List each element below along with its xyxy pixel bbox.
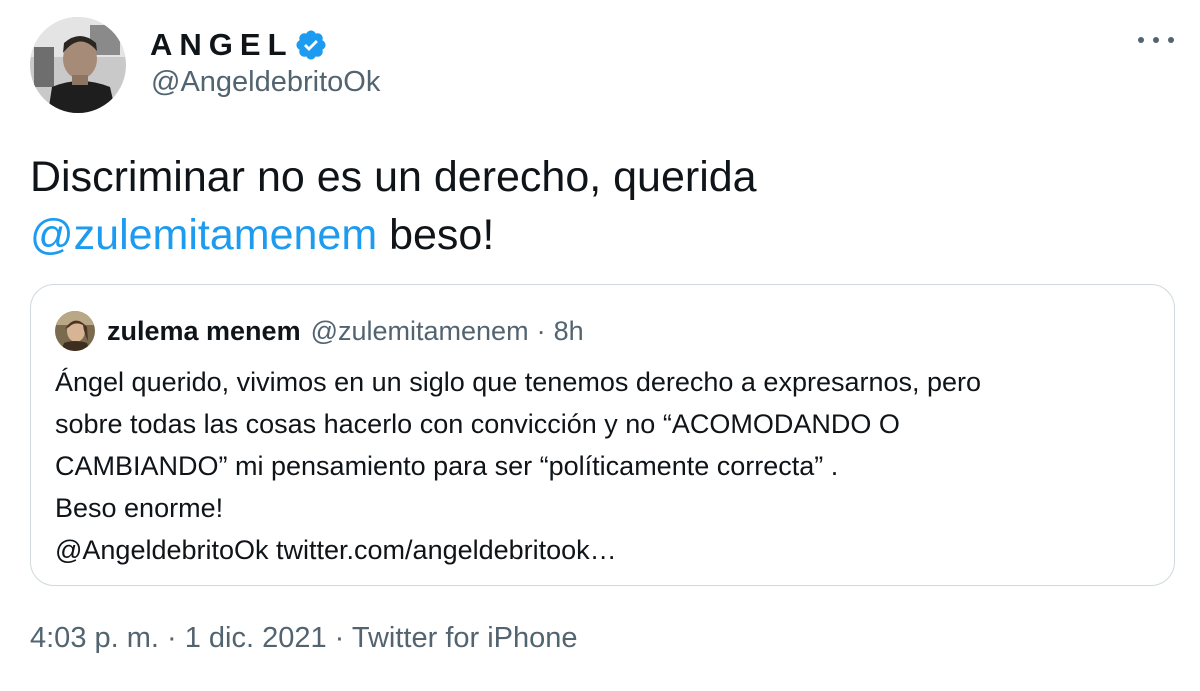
more-dot-icon bbox=[1168, 37, 1174, 43]
author-name-row[interactable]: ANGEL bbox=[150, 24, 328, 66]
tweet-card: ANGEL @AngeldebritoOk Discriminar no es … bbox=[0, 0, 1200, 691]
quoted-tweet-time[interactable]: 8h bbox=[554, 316, 584, 347]
quoted-text-line: Beso enorme! bbox=[55, 493, 224, 523]
quoted-text-line: sobre todas las cosas hacerlo con convic… bbox=[55, 409, 900, 439]
author-avatar[interactable] bbox=[30, 17, 126, 113]
quoted-tweet-text: Ángel querido, vivimos en un siglo que t… bbox=[55, 361, 1145, 571]
author-display-name[interactable]: ANGEL bbox=[150, 27, 294, 63]
quoted-author-handle[interactable]: @zulemitamenem bbox=[311, 316, 529, 347]
author-handle[interactable]: @AngeldebritoOk bbox=[151, 66, 380, 99]
quoted-author-avatar[interactable] bbox=[55, 311, 95, 351]
tweet-text-part1: Discriminar no es un derecho, querida bbox=[30, 153, 757, 201]
tweet-mention-link[interactable]: @zulemitamenem bbox=[30, 211, 377, 259]
quoted-text-line: Ángel querido, vivimos en un siglo que t… bbox=[55, 367, 982, 397]
meta-separator: · bbox=[536, 315, 546, 346]
quoted-tweet-header: zulema menem @zulemitamenem · 8h bbox=[55, 311, 584, 351]
tweet-text: Discriminar no es un derecho, querida @z… bbox=[30, 148, 1130, 264]
quoted-text-line: @AngeldebritoOk twitter.com/angeldebrito… bbox=[55, 535, 617, 565]
verified-badge-icon bbox=[295, 30, 326, 60]
quoted-author-name[interactable]: zulema menem bbox=[107, 316, 301, 347]
tweet-timestamp-source[interactable]: 4:03 p. m. · 1 dic. 2021 · Twitter for i… bbox=[30, 622, 578, 655]
quoted-tweet[interactable]: zulema menem @zulemitamenem · 8h Ángel q… bbox=[30, 284, 1175, 586]
more-dot-icon bbox=[1138, 37, 1144, 43]
tweet-text-part2: beso! bbox=[377, 211, 495, 259]
more-options-icon[interactable] bbox=[1138, 28, 1174, 52]
more-dot-icon bbox=[1153, 37, 1159, 43]
quoted-text-line: CAMBIANDO” mi pensamiento para ser “polí… bbox=[55, 451, 839, 481]
